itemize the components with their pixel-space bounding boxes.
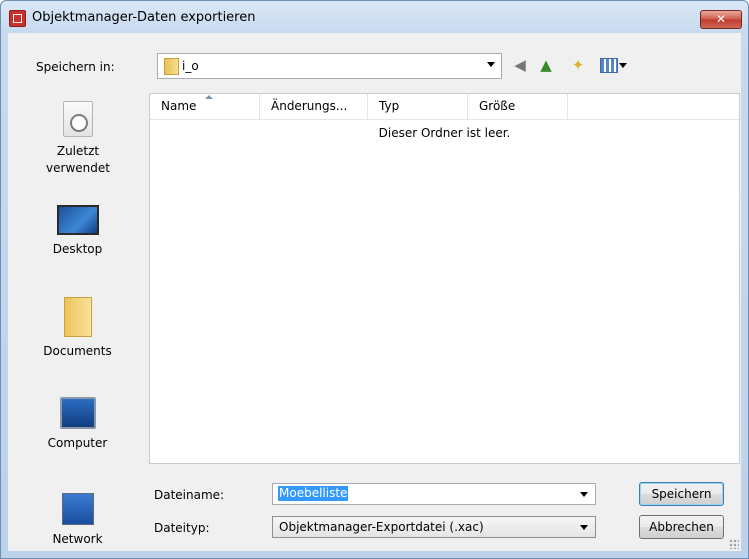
back-icon[interactable]: ◀ (510, 55, 530, 75)
close-button[interactable]: ✕ (700, 10, 742, 29)
place-network[interactable]: Network (13, 493, 142, 546)
chevron-down-icon (487, 62, 495, 67)
computer-icon (59, 397, 96, 429)
dialog-body: Speichern in: i_o ◀ ▲ ✦ Zuletzt verwende… (8, 33, 741, 551)
export-dialog: Objektmanager-Daten exportieren ✕ Speich… (0, 0, 749, 559)
views-menu-icon[interactable] (600, 55, 630, 75)
save-button[interactable]: Speichern (639, 482, 724, 506)
app-icon (9, 10, 26, 27)
places-bar: Zuletzt verwendet Desktop Documents Comp… (13, 93, 142, 546)
chevron-down-icon (580, 525, 588, 530)
resize-grip-icon[interactable] (729, 539, 739, 549)
save-in-dropdown[interactable]: i_o (157, 53, 502, 79)
chevron-down-icon[interactable] (580, 492, 588, 497)
empty-folder-message: Dieser Ordner ist leer. (378, 126, 511, 140)
chevron-down-icon (619, 63, 627, 68)
place-label: Zuletzt verwendet (46, 144, 110, 175)
place-label: Documents (43, 344, 112, 358)
desktop-icon (56, 205, 99, 235)
cancel-button[interactable]: Abbrechen (639, 515, 724, 539)
save-in-value: i_o (182, 59, 199, 73)
filetype-value: Objektmanager-Exportdatei (.xac) (279, 520, 484, 534)
place-label: Computer (47, 436, 108, 450)
filename-label: Dateiname: (154, 488, 225, 502)
documents-icon (63, 297, 92, 337)
place-label: Network (52, 532, 103, 546)
filename-value: Moebelliste (278, 486, 349, 501)
column-header-size[interactable]: Größe (468, 94, 568, 119)
column-header-type[interactable]: Typ (368, 94, 468, 119)
window-title: Objektmanager-Daten exportieren (32, 10, 256, 25)
file-list[interactable]: Name Änderungs... Typ Größe Dieser Ordne… (149, 93, 740, 464)
filetype-label: Dateityp: (154, 521, 210, 535)
filetype-dropdown[interactable]: Objektmanager-Exportdatei (.xac) (272, 516, 596, 538)
place-label: Desktop (52, 242, 103, 256)
sort-up-icon (205, 95, 213, 99)
column-header-modified[interactable]: Änderungs... (260, 94, 368, 119)
place-desktop[interactable]: Desktop (13, 205, 142, 258)
up-folder-icon[interactable]: ▲ (536, 55, 556, 75)
filename-field[interactable]: Moebelliste (272, 483, 596, 505)
place-documents[interactable]: Documents (13, 297, 142, 360)
folder-icon (164, 58, 179, 75)
new-folder-icon[interactable]: ✦ (568, 55, 588, 75)
views-grid-icon (600, 58, 618, 73)
column-header-name[interactable]: Name (150, 94, 260, 119)
recent-places-icon (62, 101, 93, 137)
title-bar[interactable]: Objektmanager-Daten exportieren ✕ (1, 1, 748, 33)
place-computer[interactable]: Computer (13, 397, 142, 452)
place-recent[interactable]: Zuletzt verwendet (13, 101, 142, 177)
save-in-label: Speichern in: (36, 60, 115, 74)
network-icon (61, 493, 94, 525)
column-headers: Name Änderungs... Typ Größe (150, 94, 739, 120)
